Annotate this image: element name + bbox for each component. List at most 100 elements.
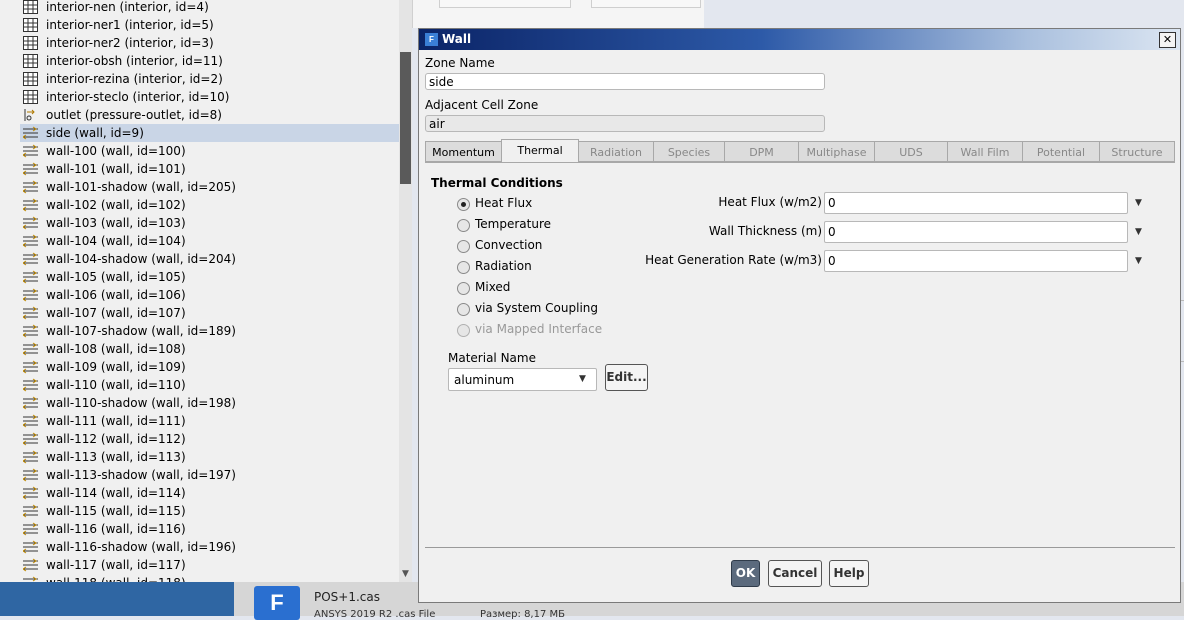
radio-circle-icon	[457, 324, 470, 337]
chevron-down-icon[interactable]: ▼	[1135, 228, 1145, 237]
radio-via-system-coupling[interactable]: via System Coupling	[457, 301, 637, 319]
tree-item-label: wall-114 (wall, id=114)	[46, 486, 186, 500]
tab-divider	[425, 162, 1175, 163]
tree-item-label: wall-110-shadow (wall, id=198)	[46, 396, 236, 410]
help-button[interactable]: Help	[829, 560, 869, 587]
wall-icon	[22, 414, 38, 428]
tab-potential: Potential	[1022, 141, 1100, 162]
wall-icon	[22, 234, 38, 248]
tree-item[interactable]: wall-118 (wall, id=118)	[20, 574, 186, 582]
radio-circle-icon	[457, 198, 470, 211]
dialog-titlebar[interactable]: F Wall ✕	[419, 29, 1180, 50]
radio-radiation[interactable]: Radiation	[457, 259, 637, 277]
tree-item[interactable]: wall-104-shadow (wall, id=204)	[20, 250, 236, 268]
tree-item-label: side (wall, id=9)	[46, 126, 144, 140]
scroll-down-arrow-icon[interactable]: ▼	[399, 568, 412, 580]
tree-item[interactable]: wall-116-shadow (wall, id=196)	[20, 538, 236, 556]
tree-item-label: interior-nen (interior, id=4)	[46, 0, 209, 14]
tree-item[interactable]: wall-111 (wall, id=111)	[20, 412, 186, 430]
radio-circle-icon	[457, 261, 470, 274]
tree-item-label: wall-118 (wall, id=118)	[46, 574, 186, 582]
zone-name-input[interactable]: side	[425, 73, 825, 90]
tree-item[interactable]: wall-113 (wall, id=113)	[20, 448, 186, 466]
wall-icon	[22, 144, 38, 158]
tree-item[interactable]: wall-101 (wall, id=101)	[20, 160, 186, 178]
tree-item[interactable]: wall-103 (wall, id=103)	[20, 214, 186, 232]
wall-icon	[22, 468, 38, 482]
tree-item[interactable]: wall-114 (wall, id=114)	[20, 484, 186, 502]
wall-icon	[22, 306, 38, 320]
property-input[interactable]: 0	[824, 250, 1128, 272]
tree-item[interactable]: wall-102 (wall, id=102)	[20, 196, 186, 214]
tree-item-label: wall-104-shadow (wall, id=204)	[46, 252, 236, 266]
tab-momentum[interactable]: Momentum	[425, 141, 502, 162]
wall-icon	[22, 558, 38, 572]
tree-item[interactable]: side (wall, id=9)	[20, 124, 406, 142]
wall-icon	[22, 540, 38, 554]
property-input[interactable]: 0	[824, 221, 1128, 243]
radio-convection[interactable]: Convection	[457, 238, 637, 256]
radio-via-mapped-interface: via Mapped Interface	[457, 322, 637, 340]
tree-item-label: wall-104 (wall, id=104)	[46, 234, 186, 248]
tree-item[interactable]: wall-116 (wall, id=116)	[20, 520, 186, 538]
property-label: Wall Thickness (m)	[708, 224, 822, 238]
radio-mixed[interactable]: Mixed	[457, 280, 637, 298]
wall-icon	[22, 486, 38, 500]
interior-icon	[23, 90, 38, 104]
dialog-title: Wall	[442, 32, 472, 46]
tree-item-label: interior-ner1 (interior, id=5)	[46, 18, 214, 32]
tree-scrollbar-thumb[interactable]	[400, 52, 411, 184]
tree-item-label: wall-103 (wall, id=103)	[46, 216, 186, 230]
tree-item[interactable]: wall-110-shadow (wall, id=198)	[20, 394, 236, 412]
property-input[interactable]: 0	[824, 192, 1128, 214]
tree-item[interactable]: wall-105 (wall, id=105)	[20, 268, 186, 286]
tree-scrollbar[interactable]: ▼	[399, 0, 412, 582]
radio-circle-icon	[457, 219, 470, 232]
tree-item[interactable]: interior-ner1 (interior, id=5)	[20, 16, 214, 34]
taskbar-file-title: POS+1.cas	[314, 590, 381, 604]
tree-item[interactable]: wall-112 (wall, id=112)	[20, 430, 186, 448]
tree-item[interactable]: interior-nen (interior, id=4)	[20, 0, 209, 16]
tree-item[interactable]: outlet (pressure-outlet, id=8)	[20, 106, 222, 124]
fluent-icon: F	[425, 33, 438, 46]
edit-material-button[interactable]: Edit...	[605, 364, 648, 391]
tree-item[interactable]: wall-104 (wall, id=104)	[20, 232, 186, 250]
tree-item[interactable]: wall-106 (wall, id=106)	[20, 286, 186, 304]
cancel-button[interactable]: Cancel	[768, 560, 822, 587]
radio-heat-flux[interactable]: Heat Flux	[457, 196, 637, 214]
interior-icon	[23, 72, 38, 86]
background-area	[704, 0, 1184, 28]
tree-item[interactable]: wall-108 (wall, id=108)	[20, 340, 186, 358]
ok-button[interactable]: OK	[731, 560, 760, 587]
radio-label: Heat Flux	[475, 196, 533, 210]
radio-label: Mixed	[475, 280, 511, 294]
chevron-down-icon[interactable]: ▼	[1135, 199, 1145, 208]
tree-item[interactable]: wall-117 (wall, id=117)	[20, 556, 186, 574]
tree-item[interactable]: wall-109 (wall, id=109)	[20, 358, 186, 376]
wall-icon	[22, 342, 38, 356]
radio-label: Radiation	[475, 259, 532, 273]
tree-item-label: wall-101 (wall, id=101)	[46, 162, 186, 176]
tree-item[interactable]: wall-100 (wall, id=100)	[20, 142, 186, 160]
tree-item-label: wall-107-shadow (wall, id=189)	[46, 324, 236, 338]
tree-item[interactable]: wall-107 (wall, id=107)	[20, 304, 186, 322]
tree-item-label: wall-117 (wall, id=117)	[46, 558, 186, 572]
interior-icon	[23, 0, 38, 14]
tree-item[interactable]: wall-101-shadow (wall, id=205)	[20, 178, 236, 196]
wall-icon	[22, 378, 38, 392]
tree-item[interactable]: interior-steclo (interior, id=10)	[20, 88, 229, 106]
tree-item[interactable]: interior-obsh (interior, id=11)	[20, 52, 223, 70]
tab-thermal[interactable]: Thermal	[501, 139, 579, 163]
fluent-app-icon: F	[254, 586, 300, 620]
tree-item[interactable]: wall-113-shadow (wall, id=197)	[20, 466, 236, 484]
tree-item[interactable]: interior-ner2 (interior, id=3)	[20, 34, 214, 52]
tree-item[interactable]: wall-110 (wall, id=110)	[20, 376, 186, 394]
chevron-down-icon[interactable]: ▼	[1135, 257, 1145, 266]
tree-item[interactable]: wall-107-shadow (wall, id=189)	[20, 322, 236, 340]
wall-dialog: F Wall ✕ Zone Name side Adjacent Cell Zo…	[418, 28, 1181, 603]
close-button[interactable]: ✕	[1159, 32, 1176, 48]
radio-temperature[interactable]: Temperature	[457, 217, 637, 235]
tree-item[interactable]: interior-rezina (interior, id=2)	[20, 70, 223, 88]
material-name-select[interactable]: aluminum ▼	[448, 368, 597, 391]
tree-item[interactable]: wall-115 (wall, id=115)	[20, 502, 186, 520]
